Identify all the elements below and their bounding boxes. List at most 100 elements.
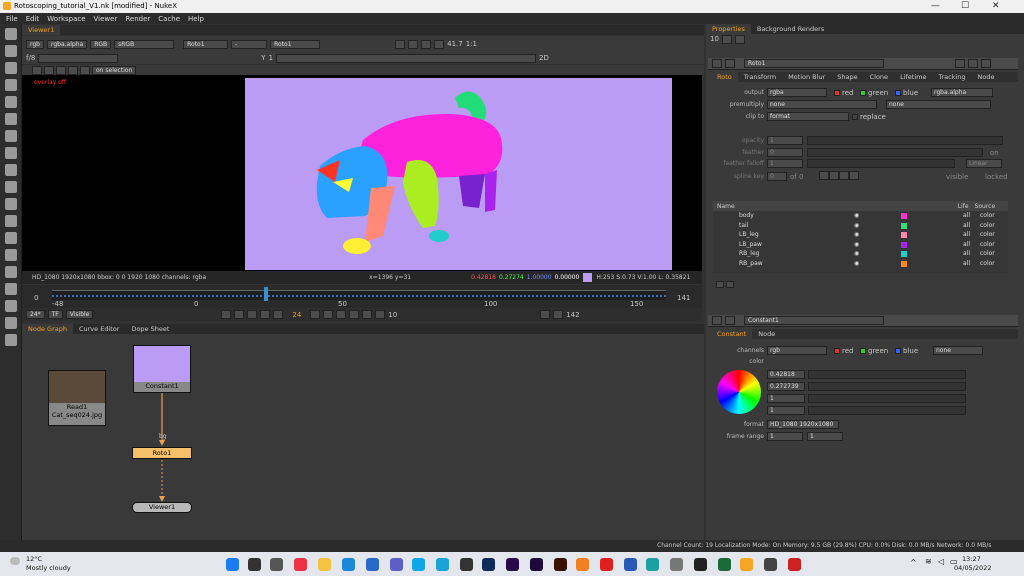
current-frame[interactable]: 24 — [292, 311, 301, 319]
after-effects-icon[interactable] — [530, 558, 543, 571]
shape-row[interactable]: RB_leg ◉ all color — [713, 249, 1008, 259]
falloff-slider[interactable] — [807, 159, 955, 168]
first-frame-icon[interactable] — [221, 310, 232, 319]
draw-icon[interactable] — [5, 45, 17, 57]
viewer-canvas[interactable]: overlay off — [22, 75, 702, 271]
tray-chevron-icon[interactable]: ^ — [910, 558, 917, 567]
color-r-slider[interactable] — [808, 370, 966, 379]
a-input-dropdown[interactable]: Roto1 — [183, 39, 229, 49]
weather-desc[interactable]: Mostly cloudy — [26, 564, 71, 572]
tab-lifetime[interactable]: Lifetime — [894, 72, 932, 82]
falloff-field[interactable]: 1 — [767, 159, 803, 168]
clock-date[interactable]: 04/05/2022 — [954, 564, 991, 572]
opacity-slider[interactable] — [807, 136, 1003, 145]
teams-icon[interactable] — [390, 558, 403, 571]
increment-value[interactable]: 10 — [388, 311, 397, 319]
proxy-2d[interactable]: 2D — [539, 54, 549, 62]
help-icon[interactable] — [955, 59, 965, 68]
zoom-level[interactable]: 41.7 — [447, 40, 463, 48]
mail-icon[interactable] — [366, 558, 379, 571]
keyer-icon[interactable] — [5, 130, 17, 142]
front-paw-shape[interactable] — [343, 238, 371, 254]
app4-icon[interactable] — [694, 558, 707, 571]
edge-icon[interactable] — [342, 558, 355, 571]
furnace-icon[interactable] — [5, 317, 17, 329]
start-icon[interactable] — [226, 558, 239, 571]
tab-viewer1[interactable]: Viewer1 — [22, 25, 61, 35]
channels-dropdown[interactable]: rgb — [767, 346, 827, 355]
transform-tool-icon[interactable] — [44, 65, 54, 75]
media-player-icon[interactable] — [600, 558, 613, 571]
image-icon[interactable] — [5, 28, 17, 40]
clear-panels-icon[interactable] — [734, 34, 745, 44]
locked-checkbox[interactable]: locked — [985, 173, 1008, 181]
prev-keyframe-icon[interactable] — [234, 310, 245, 319]
label-tool-icon[interactable] — [80, 65, 90, 75]
node-name-field[interactable]: Roto1 — [744, 59, 884, 68]
replace-checkbox[interactable]: replace — [852, 113, 886, 121]
tab-clone[interactable]: Clone — [864, 72, 894, 82]
shape-row[interactable]: body ◉ all color — [713, 211, 1008, 221]
other-icon[interactable] — [5, 283, 17, 295]
rb-paw-shape[interactable] — [429, 230, 449, 242]
blue-checkbox[interactable]: blue — [895, 89, 918, 97]
wipe-op-dropdown[interactable]: - — [231, 39, 268, 49]
max-panels-value[interactable]: 10 — [710, 35, 719, 43]
menu-file[interactable]: File — [6, 15, 18, 23]
select-tool-icon[interactable] — [56, 65, 66, 75]
panel-collapse-icon[interactable] — [712, 316, 722, 325]
explorer-icon[interactable] — [318, 558, 331, 571]
shape-row[interactable]: LB_paw ◉ all color — [713, 240, 1008, 250]
timeline-end[interactable]: 141 — [677, 294, 690, 302]
transform-icon[interactable] — [5, 164, 17, 176]
close-panel-icon[interactable] — [981, 59, 991, 68]
panel-gear-icon[interactable] — [725, 316, 735, 325]
merge-icon[interactable] — [5, 147, 17, 159]
proxy-icon[interactable] — [434, 39, 445, 49]
app5-icon[interactable] — [764, 558, 777, 571]
panel-collapse-icon[interactable] — [712, 59, 722, 68]
menu-viewer[interactable]: Viewer — [94, 15, 118, 23]
timeline-track[interactable] — [52, 287, 666, 301]
eye-icon[interactable]: ◉ — [854, 222, 859, 229]
step-back-icon[interactable] — [260, 310, 271, 319]
filter-icon[interactable] — [5, 113, 17, 125]
red-checkbox[interactable]: red — [834, 347, 853, 355]
viewer-node[interactable]: Viewer1 — [132, 502, 192, 513]
lb-paw-shape[interactable] — [485, 170, 497, 212]
task-view-icon[interactable] — [270, 558, 283, 571]
node-graph-canvas[interactable]: Read1 Cat_seq024.jpg Constant1 bg Roto1 … — [22, 334, 704, 540]
wifi-icon[interactable]: ≋ — [925, 557, 932, 566]
color-g-slider[interactable] — [808, 382, 966, 391]
feather-tool-icon[interactable] — [68, 65, 78, 75]
shape-row[interactable]: tail ◉ all color — [713, 221, 1008, 231]
color-a-slider[interactable] — [808, 406, 966, 415]
front-leg-shape[interactable] — [403, 160, 439, 228]
eye-icon[interactable]: ◉ — [854, 241, 859, 248]
read-node[interactable]: Read1 Cat_seq024.jpg — [48, 370, 106, 426]
clock-time[interactable]: 13:27 — [962, 555, 981, 563]
eye-icon[interactable]: ◉ — [854, 260, 859, 267]
flipbook-icon[interactable] — [540, 310, 551, 319]
gamma-value[interactable]: 1 — [269, 54, 273, 62]
image-frame[interactable] — [245, 78, 672, 270]
premultiply-dropdown[interactable]: none — [767, 100, 877, 109]
menu-workspace[interactable]: Workspace — [47, 15, 85, 23]
feather-slider[interactable] — [807, 148, 983, 157]
menu-render[interactable]: Render — [125, 15, 150, 23]
col-source[interactable]: Source — [975, 203, 996, 210]
color-wheel[interactable] — [717, 370, 761, 414]
shape-row[interactable]: LB_leg ◉ all color — [713, 230, 1008, 240]
shape-color-swatch[interactable] — [901, 260, 907, 267]
weather-temp[interactable]: 12°C — [26, 555, 42, 563]
tab-curve-editor[interactable]: Curve Editor — [73, 324, 125, 334]
display-dropdown[interactable]: RGB — [90, 39, 112, 49]
last-frame-icon[interactable] — [362, 310, 373, 319]
clipping-icon[interactable] — [408, 39, 419, 49]
timeline-start[interactable]: 0 — [34, 294, 38, 302]
3d-icon[interactable] — [5, 181, 17, 193]
next-keyframe-icon[interactable] — [349, 310, 360, 319]
frame-start-field[interactable]: 1 — [767, 432, 803, 441]
channels-dropdown[interactable]: rgb — [26, 39, 44, 49]
on-selection-dropdown[interactable]: on selection — [92, 65, 137, 75]
